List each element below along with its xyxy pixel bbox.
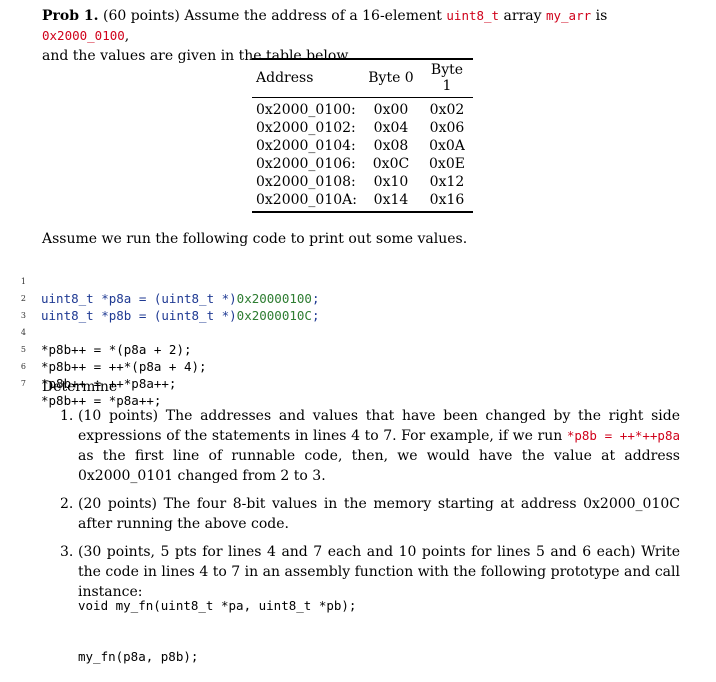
code-line: 5 *p8b++ = ++*(p8a + 4);: [16, 324, 207, 374]
code-text: *p8b++ = *(p8a + 2);: [41, 342, 192, 357]
cell-byte0: 0x00: [373, 102, 409, 118]
cell-byte1: 0x0E: [429, 156, 465, 172]
problem-text-1: (60 points) Assume the address of a 16-e…: [102, 8, 442, 24]
code-decl: uint8_t *p8a = (uint8_t *): [41, 291, 237, 306]
item-number: 3.: [60, 544, 74, 560]
code-text: uint8_t *p8a = (uint8_t *)0x20000100;: [41, 290, 319, 307]
cell-byte0: 0x10: [373, 174, 409, 190]
header-byte1: Byte 1: [420, 58, 473, 98]
cell-byte0: 0x0C: [372, 156, 410, 172]
code-literal: 0x2000010C: [236, 308, 312, 323]
cell-byte0: 0x14: [360, 191, 421, 213]
code-text: *p8b++ = ++*(p8a + 4);: [41, 359, 207, 374]
problem-text-3: is: [595, 8, 608, 24]
determine-heading: Determine: [42, 379, 118, 395]
list-item: 2. (20 points) The four 8-bit values in …: [60, 494, 680, 534]
code-line: 2 uint8_t *p8b = (uint8_t *)0x2000010C;: [16, 273, 320, 323]
call-line: my_fn(p8a, p8b);: [78, 649, 199, 664]
cell-address: 0x2000_0104:: [256, 138, 356, 154]
code-line: 7 *p8b++ = *p8a++;: [16, 358, 162, 408]
prototype-line: void my_fn(uint8_t *pa, uint8_t *pb);: [78, 598, 357, 613]
table-row: 0x2000_0104: 0x08 0x0A: [252, 137, 473, 155]
table-row: 0x2000_010A: 0x14 0x16: [252, 191, 473, 213]
list-item: 1. (10 points) The addresses and values …: [60, 406, 680, 486]
item-number: 1.: [60, 408, 74, 424]
example-code: *p8b = ++*++p8a: [566, 428, 680, 443]
base-address-code: 0x2000_0100: [42, 28, 125, 43]
cell-byte0: 0x08: [373, 138, 409, 154]
code-line: 3: [16, 290, 34, 320]
problem-text-2: array: [503, 8, 542, 24]
code-listing: 1 uint8_t *p8a = (uint8_t *)0x20000100; …: [16, 256, 320, 408]
cell-address: 0x2000_0106:: [256, 156, 356, 172]
code-literal: 0x20000100: [236, 291, 312, 306]
code-line: 6 *p8b++ = ++*p8a++;: [16, 341, 177, 391]
line-number: 7: [20, 379, 26, 388]
table-row: 0x2000_0102: 0x04 0x06: [252, 119, 473, 137]
cell-address: 0x2000_0100:: [256, 102, 356, 118]
code-line: 1 uint8_t *p8a = (uint8_t *)0x20000100;: [16, 256, 320, 306]
memory-table: Address Byte 0 Byte 1 0x2000_0100: 0x00 …: [252, 58, 473, 213]
item-text: as the first line of runnable code, then…: [78, 448, 680, 484]
type-code: uint8_t: [446, 8, 500, 23]
cell-byte1: 0x12: [429, 174, 465, 190]
table-row: 0x2000_0100: 0x00 0x02: [252, 98, 473, 120]
table-header-row: Address Byte 0 Byte 1: [252, 58, 473, 98]
item-text: (20 points) The four 8-bit values in the…: [78, 496, 680, 532]
problem-title: Prob 1.: [42, 8, 99, 24]
prototype-code: void my_fn(uint8_t *pa, uint8_t *pb); my…: [78, 563, 356, 682]
code-text: uint8_t *p8b = (uint8_t *)0x2000010C;: [41, 307, 319, 324]
code-line: 4 *p8b++ = *(p8a + 2);: [16, 307, 192, 357]
code-semicolon: ;: [311, 308, 320, 323]
cell-byte1: 0x02: [429, 102, 465, 118]
cell-byte1: 0x06: [429, 120, 465, 136]
cell-address: 0x2000_010A:: [252, 191, 361, 213]
code-semicolon: ;: [311, 291, 320, 306]
header-byte0: Byte 0: [360, 58, 421, 98]
cell-byte1: 0x16: [420, 191, 473, 213]
problem-text-4: ,: [124, 28, 130, 44]
cell-byte0: 0x04: [373, 120, 409, 136]
header-address: Address: [252, 58, 361, 98]
table-row: 0x2000_0106: 0x0C 0x0E: [252, 155, 473, 173]
code-decl: uint8_t *p8b = (uint8_t *): [41, 308, 237, 323]
item-number: 2.: [60, 496, 74, 512]
table-row: 0x2000_0108: 0x10 0x12: [252, 173, 473, 191]
cell-byte1: 0x0A: [429, 138, 465, 154]
array-name-code: my_arr: [545, 8, 592, 23]
intro-text: Assume we run the following code to prin…: [42, 231, 468, 247]
problem-statement: Prob 1. (60 points) Assume the address o…: [42, 6, 692, 66]
cell-address: 0x2000_0108:: [256, 174, 356, 190]
cell-address: 0x2000_0102:: [256, 120, 356, 136]
